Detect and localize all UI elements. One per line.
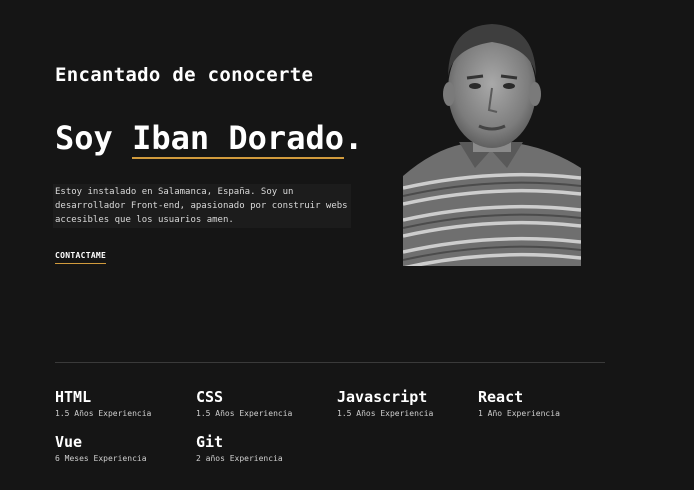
hero-greeting: Encantado de conocerte — [55, 64, 314, 86]
skill-experience: 1 Año Experiencia — [478, 409, 560, 418]
hero-title-suffix: . — [343, 119, 364, 157]
skill-item-react: React 1 Año Experiencia — [478, 388, 619, 420]
contact-link[interactable]: CONTACTAME — [55, 251, 107, 264]
skill-name: HTML — [55, 388, 92, 406]
profile-photo-image — [403, 18, 581, 266]
skill-experience: 2 años Experiencia — [196, 454, 283, 463]
skill-experience: 1.5 Años Experiencia — [337, 409, 434, 418]
skill-name: CSS — [196, 388, 224, 406]
skill-name: React — [478, 388, 524, 406]
hero-title-prefix: Soy — [55, 119, 133, 157]
skill-item-css: CSS 1.5 Años Experiencia — [196, 388, 337, 420]
skill-name: Vue — [55, 433, 83, 451]
hero-title: Soy Iban Dorado. — [55, 116, 363, 160]
skill-name: Git — [196, 433, 224, 451]
skill-item-javascript: Javascript 1.5 Años Experiencia — [337, 388, 478, 420]
skill-item-vue: Vue 6 Meses Experiencia — [55, 433, 196, 465]
skill-item-html: HTML 1.5 Años Experiencia — [55, 388, 196, 420]
skills-list: HTML 1.5 Años Experiencia CSS 1.5 Años E… — [55, 388, 621, 465]
profile-photo — [403, 18, 581, 266]
hero-name: Iban Dorado — [132, 119, 344, 159]
skill-item-git: Git 2 años Experiencia — [196, 433, 337, 465]
section-divider — [55, 362, 605, 363]
skill-experience: 1.5 Años Experiencia — [196, 409, 293, 418]
skill-name: Javascript — [337, 388, 428, 406]
skill-experience: 1.5 Años Experiencia — [55, 409, 152, 418]
skill-experience: 6 Meses Experiencia — [55, 454, 147, 463]
hero-intro: Estoy instalado en Salamanca, España. So… — [53, 184, 351, 228]
